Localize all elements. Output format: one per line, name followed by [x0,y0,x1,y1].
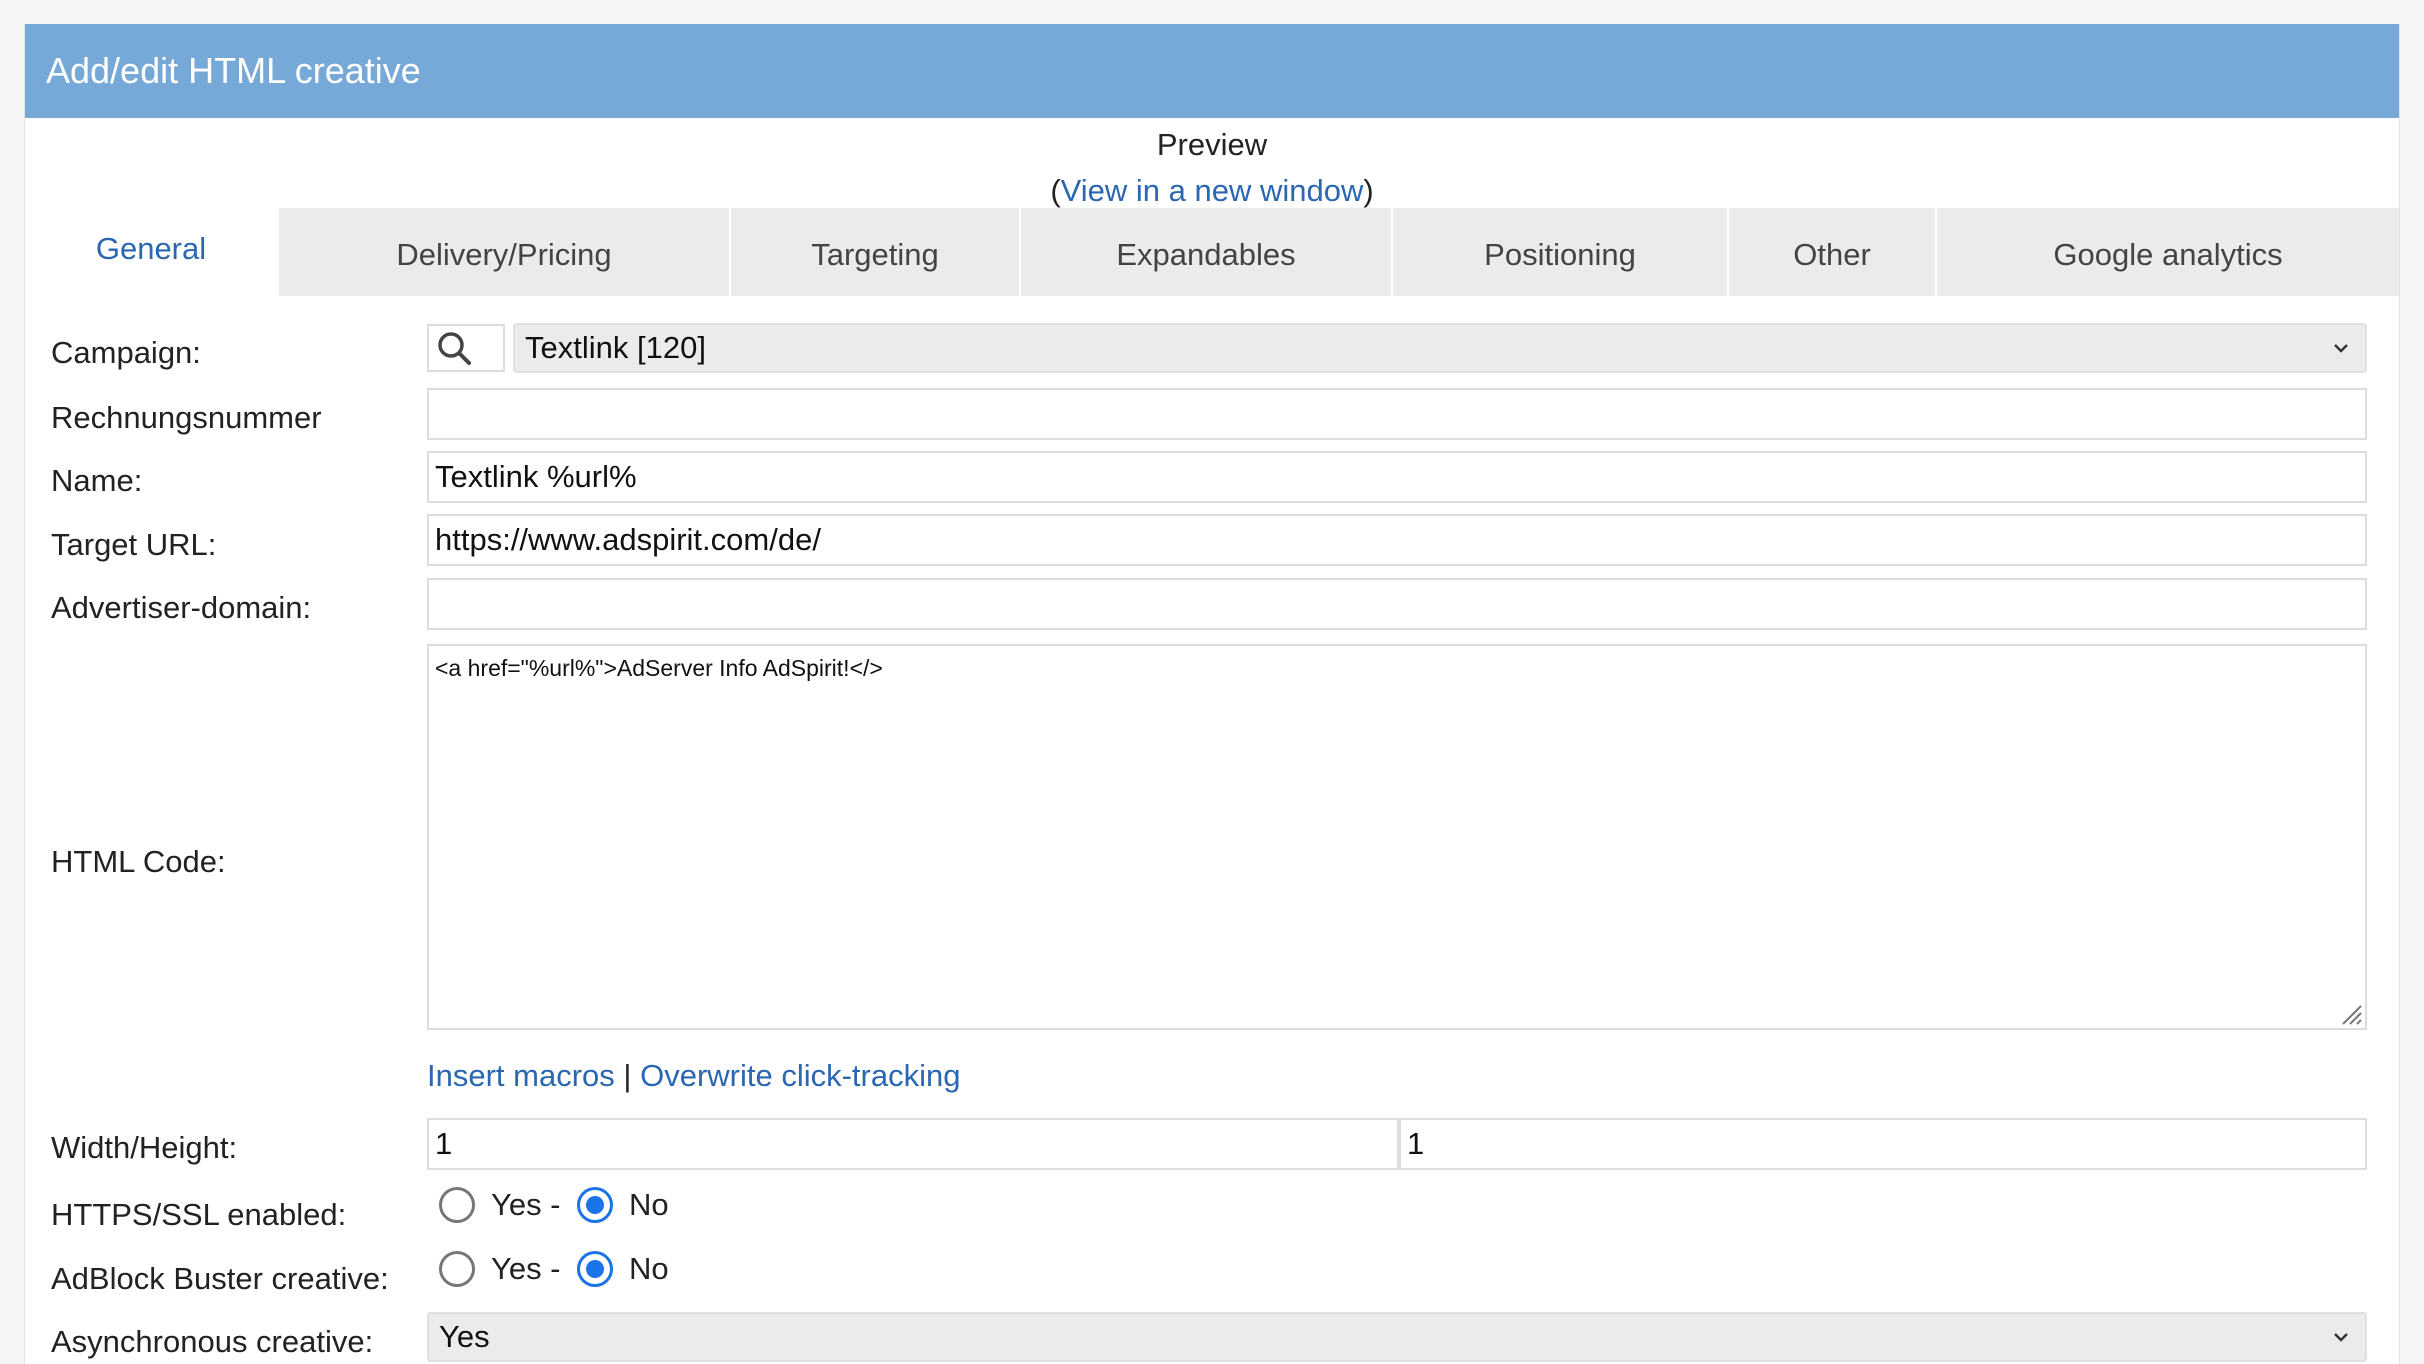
invoice-number-label: Rechnungsnummer [51,400,322,435]
tab-targeting[interactable]: Targeting [731,208,1021,296]
open-paren: ( [1050,173,1061,208]
adblock-buster-no-radio[interactable] [577,1251,613,1287]
adblock-buster-label: AdBlock Buster creative: [51,1261,389,1296]
asynchronous-select-value: Yes [439,1319,490,1354]
https-ssl-no-label: No [629,1187,669,1222]
width-input[interactable]: 1 [427,1118,1399,1170]
invoice-number-input[interactable] [427,388,2367,440]
page-title: Add/edit HTML creative [25,24,2399,118]
adblock-buster-yes-radio[interactable] [439,1251,475,1287]
html-code-links: Insert macros | Overwrite click-tracking [427,1054,960,1098]
campaign-label: Campaign: [51,335,201,370]
creative-editor-panel: Add/edit HTML creative Preview (View in … [24,24,2400,1364]
height-input[interactable]: 1 [1399,1118,2367,1170]
adblock-buster-no-label: No [629,1251,669,1286]
advertiser-domain-label: Advertiser-domain: [51,590,312,625]
tab-positioning[interactable]: Positioning [1393,208,1729,296]
preview-link-line: (View in a new window) [25,170,2399,212]
tab-other[interactable]: Other [1729,208,1937,296]
tab-general[interactable]: General [25,208,279,296]
adblock-buster-yes-label: Yes - [491,1251,561,1286]
asynchronous-select[interactable]: Yes [427,1312,2367,1362]
campaign-select-value: Textlink [120] [525,330,706,365]
tab-delivery-pricing[interactable]: Delivery/Pricing [279,208,731,296]
html-code-value: <a href="%url%">AdServer Info AdSpirit!<… [435,655,883,681]
tab-expandables[interactable]: Expandables [1021,208,1393,296]
overwrite-click-tracking-link[interactable]: Overwrite click-tracking [640,1058,960,1093]
target-url-input[interactable]: https://www.adspirit.com/de/ [427,514,2367,566]
target-url-label: Target URL: [51,527,217,562]
html-code-textarea[interactable]: <a href="%url%">AdServer Info AdSpirit!<… [427,644,2367,1030]
name-input[interactable]: Textlink %url% [427,451,2367,503]
link-separator: | [623,1058,632,1093]
html-code-label: HTML Code: [51,844,226,879]
https-ssl-label: HTTPS/SSL enabled: [51,1197,347,1232]
chevron-down-icon [2334,1333,2348,1342]
search-icon [438,332,471,365]
advertiser-domain-input[interactable] [427,578,2367,630]
preview-title: Preview [1156,127,1268,162]
campaign-search-button[interactable] [427,324,505,372]
tab-bar: General Delivery/Pricing Targeting Expan… [25,208,2399,296]
https-ssl-yes-label: Yes - [491,1187,561,1222]
width-height-label: Width/Height: [51,1130,238,1165]
chevron-down-icon [2334,344,2348,353]
resize-grip-icon[interactable] [2337,1000,2363,1026]
https-ssl-no-radio[interactable] [577,1187,613,1223]
close-paren: ) [1363,173,1374,208]
view-in-new-window-link[interactable]: View in a new window [1061,173,1364,208]
https-ssl-yes-radio[interactable] [439,1187,475,1223]
insert-macros-link[interactable]: Insert macros [427,1058,615,1093]
asynchronous-label: Asynchronous creative: [51,1324,374,1359]
tab-google-analytics[interactable]: Google analytics [1937,208,2399,296]
campaign-select[interactable]: Textlink [120] [513,323,2367,373]
name-label: Name: [51,463,143,498]
